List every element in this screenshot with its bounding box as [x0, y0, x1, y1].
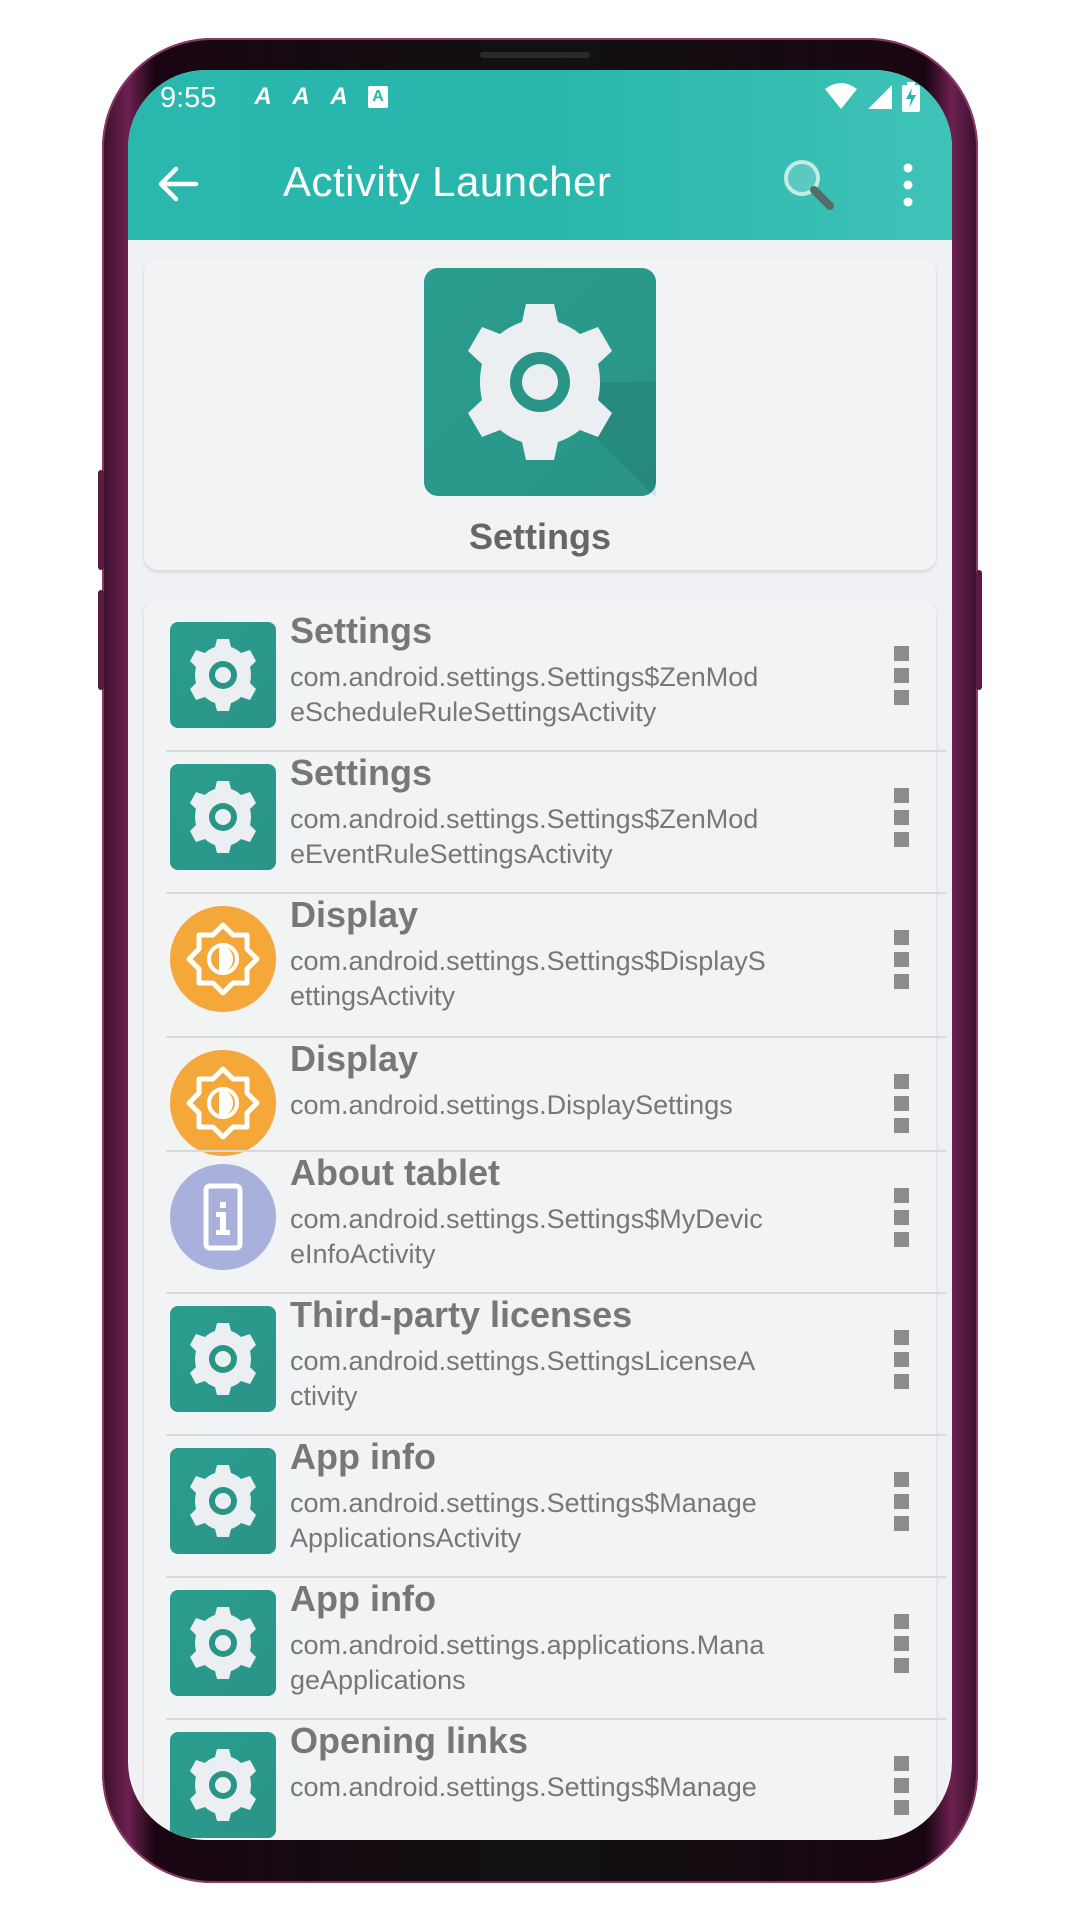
activity-class-line: com.android.settings.applications.Mana [290, 1630, 765, 1660]
display-brightness-icon [170, 906, 276, 1012]
phone-side-button [98, 470, 104, 570]
settings-gear-icon [424, 268, 656, 498]
phone-side-button [976, 570, 982, 690]
activity-class-name: com.android.settings.Settings$MyDevic eIn… [290, 1202, 830, 1272]
activity-row[interactable]: Display com.android.settings.Settings$Dis… [166, 894, 946, 1032]
activity-title: Display [290, 894, 419, 935]
activity-class-line: eScheduleRuleSettingsActivity [290, 697, 657, 727]
app-name: Settings [468, 516, 611, 557]
activity-class-line: eEventRuleSettingsActivity [290, 839, 613, 869]
activity-class-name: com.android.settings.Settings$Manage Appl… [290, 1486, 830, 1556]
activity-list: Settings com.android.settings.Settings$Ze… [144, 600, 946, 1840]
activity-class-line: com.android.settings.Settings$Manage [290, 1772, 757, 1802]
activity-class-line: com.android.settings.Settings$DisplayS [290, 946, 766, 976]
settings-gear-icon [170, 764, 276, 870]
settings-gear-icon [170, 1590, 276, 1696]
phone-side-button [98, 590, 104, 690]
activity-row[interactable]: App info com.android.settings.application… [166, 1578, 946, 1716]
notification-icon: A [292, 83, 310, 110]
activity-class-name: com.android.settings.Settings$DisplayS et… [290, 944, 830, 1014]
notification-icon: A [254, 83, 272, 110]
notification-icon: A [368, 86, 388, 108]
notification-icon: A [330, 83, 348, 110]
activity-class-line: com.android.settings.SettingsLicenseA [290, 1346, 756, 1376]
more-vert-icon[interactable] [884, 1756, 920, 1816]
activity-row[interactable]: Opening links com.android.settings.Settin… [166, 1720, 946, 1840]
activity-row[interactable]: Third-party licenses com.android.settings… [166, 1294, 946, 1432]
activity-class-line: com.android.settings.Settings$ZenMod [290, 804, 759, 834]
activity-class-name: com.android.settings.SettingsLicenseA cti… [290, 1344, 830, 1414]
settings-gear-icon [170, 622, 276, 728]
settings-gear-icon [170, 1306, 276, 1412]
activity-class-name: com.android.settings.Settings$ZenMod eSch… [290, 660, 830, 730]
more-vert-icon[interactable] [884, 1330, 920, 1390]
screen: 9:55 A A A A Activity Launcher Settings … [128, 70, 952, 1840]
app-bar: 9:55 A A A A Activity Launcher [128, 70, 952, 240]
search-icon[interactable] [778, 154, 838, 214]
battery-charging-icon [902, 82, 920, 112]
display-brightness-icon [170, 1050, 276, 1156]
settings-gear-icon [170, 1732, 276, 1838]
row-divider [166, 1434, 946, 1436]
row-divider [166, 750, 946, 752]
more-vert-icon[interactable] [884, 1188, 920, 1248]
activity-row[interactable]: Settings com.android.settings.Settings$Ze… [166, 610, 946, 748]
more-vert-icon[interactable] [884, 930, 920, 990]
activity-class-line: com.android.settings.Settings$MyDevic [290, 1204, 763, 1234]
activity-class-line: com.android.settings.Settings$ZenMod [290, 662, 759, 692]
phone-speaker [480, 52, 590, 58]
status-time: 9:55 [160, 82, 217, 114]
activity-title: Settings [290, 752, 433, 793]
more-vert-icon[interactable] [884, 788, 920, 848]
activity-title: Opening links [290, 1720, 529, 1761]
signal-icon [868, 85, 892, 109]
settings-gear-icon [170, 1448, 276, 1554]
more-vert-icon[interactable] [884, 1472, 920, 1532]
row-divider [166, 892, 946, 894]
wifi-icon [825, 83, 857, 109]
device-info-icon [170, 1164, 276, 1270]
activity-class-line: ApplicationsActivity [290, 1523, 522, 1553]
activity-row[interactable]: About tablet com.android.settings.Setting… [166, 1152, 946, 1290]
activity-title: App info [290, 1436, 436, 1477]
activity-class-line: ettingsActivity [290, 981, 456, 1011]
activity-class-line: com.android.settings.DisplaySettings [290, 1090, 733, 1120]
activity-title: About tablet [290, 1152, 500, 1193]
activity-title: Display [290, 1038, 419, 1079]
activity-title: Third-party licenses [290, 1294, 633, 1335]
activity-class-name: com.android.settings.Settings$Manage [290, 1770, 830, 1805]
activity-class-name: com.android.settings.DisplaySettings [290, 1088, 830, 1123]
row-divider [166, 1036, 946, 1038]
activity-row[interactable]: App info com.android.settings.Settings$Ma… [166, 1436, 946, 1574]
activity-class-line: geApplications [290, 1665, 466, 1695]
activity-class-line: ctivity [290, 1381, 358, 1411]
more-vert-icon[interactable] [884, 1614, 920, 1674]
activity-class-line: com.android.settings.Settings$Manage [290, 1488, 757, 1518]
more-vert-icon[interactable] [884, 646, 920, 706]
arrow-back-icon[interactable] [150, 156, 206, 212]
activity-title: App info [290, 1578, 436, 1619]
status-indicators [824, 82, 920, 112]
row-divider [166, 1576, 946, 1578]
more-vert-icon[interactable] [888, 160, 928, 210]
activity-class-line: eInfoActivity [290, 1239, 436, 1269]
page: 9:55 A A A A Activity Launcher Settings … [0, 0, 1080, 1920]
activity-class-name: com.android.settings.Settings$ZenMod eEve… [290, 802, 830, 872]
more-vert-icon[interactable] [884, 1074, 920, 1134]
activity-row[interactable]: Settings com.android.settings.Settings$Ze… [166, 752, 946, 890]
toolbar-title: Activity Launcher [283, 158, 612, 205]
row-divider [166, 1150, 946, 1152]
activity-title: Settings [290, 610, 433, 651]
activity-class-name: com.android.settings.applications.Mana ge… [290, 1628, 830, 1698]
status-bar: 9:55 A A A A [128, 70, 952, 130]
row-divider [166, 1718, 946, 1720]
